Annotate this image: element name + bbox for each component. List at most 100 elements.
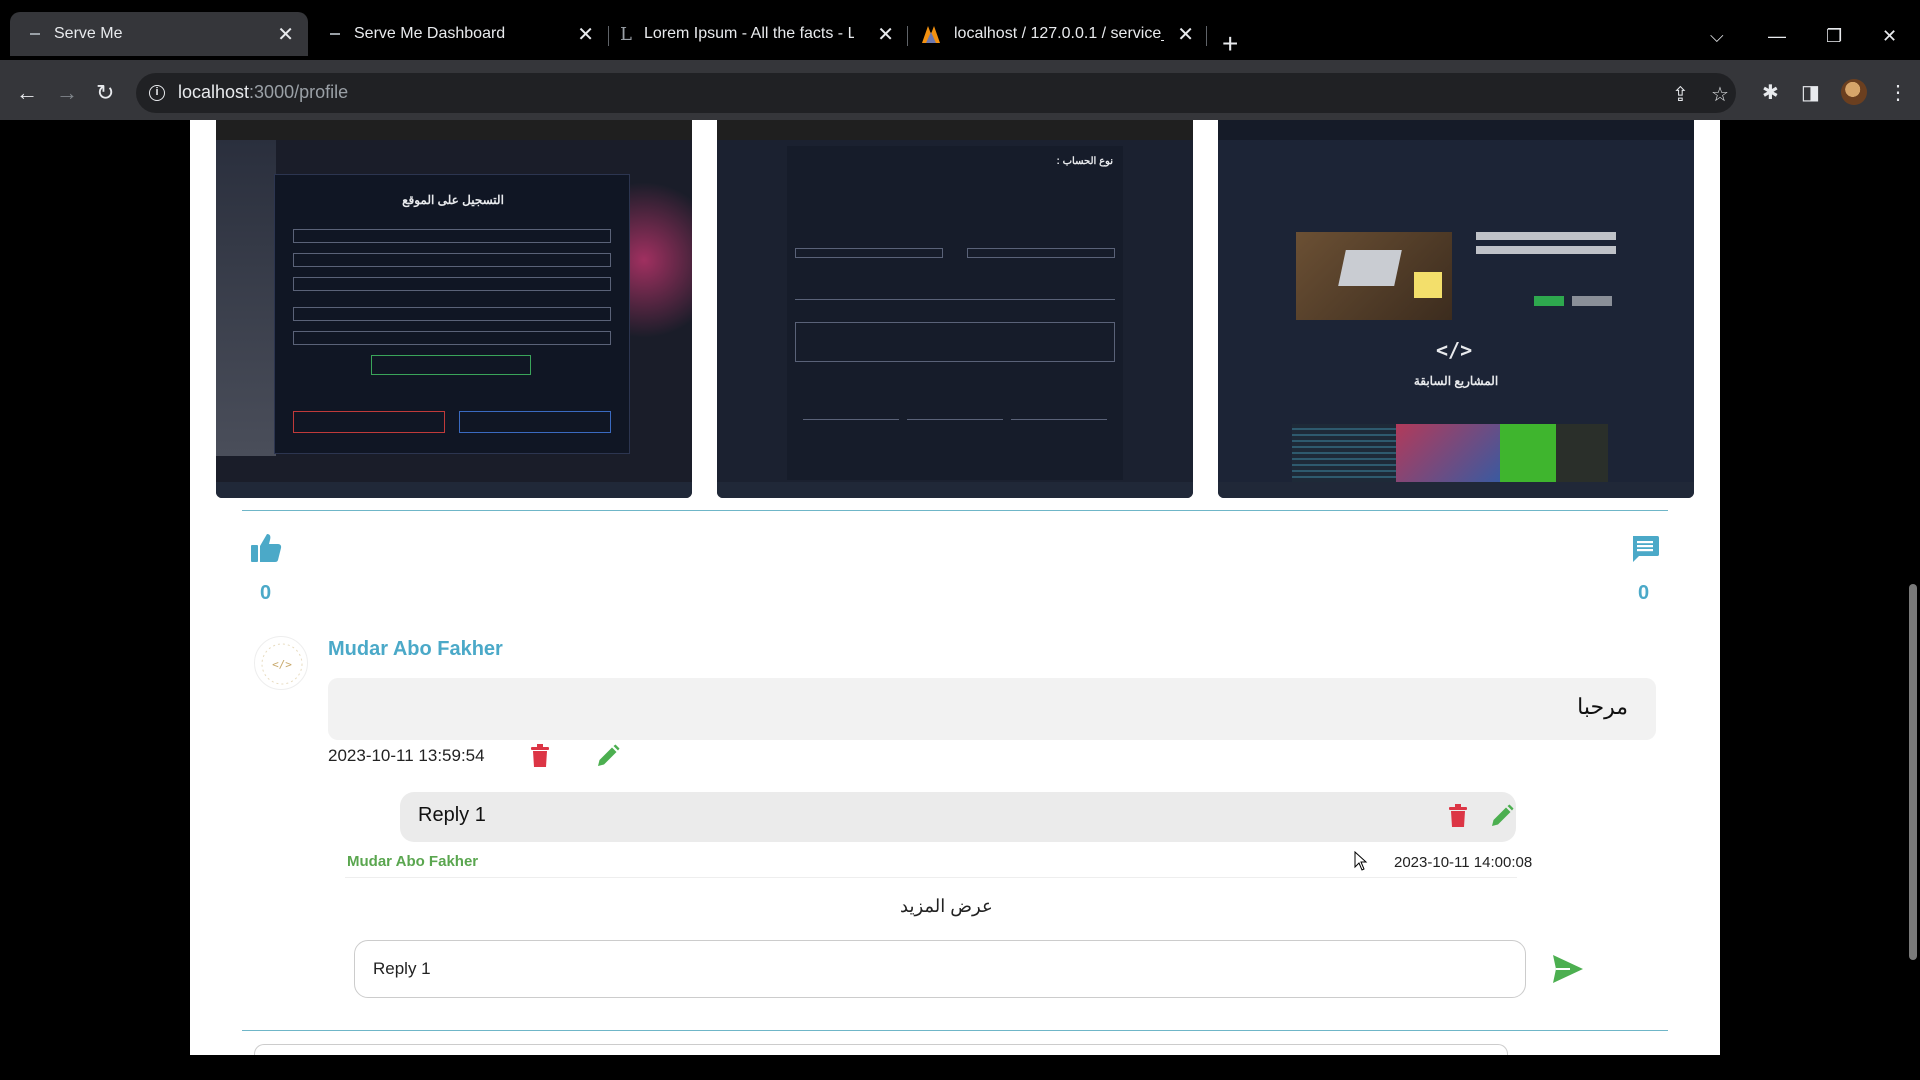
minimize-icon: —: [1768, 26, 1786, 46]
url-host: localhost: [178, 82, 250, 102]
page-viewport: التسجيل على الموقع نوع الحساب : </> المش…: [0, 120, 1920, 1055]
screenshot-field: [293, 307, 611, 321]
tab-serve-me-dashboard[interactable]: Serve Me Dashboard ✕: [310, 12, 608, 56]
screenshot-form-panel: التسجيل على الموقع: [274, 174, 630, 454]
share-icon[interactable]: ⇪: [1672, 82, 1689, 107]
screenshot-submit: [371, 355, 531, 375]
post-image-registration[interactable]: التسجيل على الموقع: [216, 120, 692, 498]
tab-title: localhost / 127.0.0.1 / service_m: [954, 25, 1164, 42]
delete-comment-trash-icon[interactable]: [530, 744, 550, 768]
arrow-right-icon: →: [56, 80, 78, 105]
tab-separator: [608, 26, 609, 46]
reply-divider: [345, 877, 1517, 878]
send-icon[interactable]: [1552, 954, 1584, 984]
tab-serve-me[interactable]: Serve Me ✕: [10, 12, 308, 56]
screenshot-taskbar: [1218, 482, 1694, 498]
more-menu-icon[interactable]: ⋮: [1888, 80, 1908, 105]
screenshot-browser-bar: [1218, 120, 1694, 140]
close-tab-icon[interactable]: ✕: [1177, 22, 1194, 47]
arrow-left-icon: ←: [16, 80, 38, 105]
screenshot-form-panel: نوع الحساب :: [787, 146, 1123, 480]
reply-timestamp: 2023-10-11 14:00:08: [1394, 854, 1533, 871]
comment-timestamp: 2023-10-11 13:59:54: [328, 746, 485, 765]
minimize-button[interactable]: —: [1768, 26, 1786, 47]
profile-avatar[interactable]: [1841, 79, 1867, 105]
screenshot-google-button: [293, 411, 445, 433]
screenshot-field: [293, 277, 611, 291]
avatar[interactable]: </>: [254, 636, 308, 690]
screenshot-button: [1572, 296, 1612, 306]
url-path: :3000/profile: [249, 82, 349, 102]
edit-comment-pencil-icon[interactable]: [596, 744, 620, 768]
tab-phpmyadmin[interactable]: localhost / 127.0.0.1 / service_m ✕: [910, 12, 1208, 56]
reply-input[interactable]: [354, 940, 1526, 998]
close-window-button[interactable]: ✕: [1882, 26, 1897, 47]
screenshot-field: [967, 248, 1115, 258]
bottom-edge: [0, 1055, 1920, 1080]
profile-post-card: التسجيل على الموقع نوع الحساب : </> المش…: [190, 120, 1720, 1055]
tab-favicon: [30, 33, 40, 35]
section-divider: [242, 510, 1668, 511]
tab-strip: Serve Me ✕ Serve Me Dashboard ✕ L Lorem …: [0, 0, 1920, 60]
scrollbar-thumb[interactable]: [1909, 584, 1917, 960]
plus-icon: +: [1222, 28, 1239, 59]
delete-reply-trash-icon[interactable]: [1448, 804, 1468, 828]
close-tab-icon[interactable]: ✕: [277, 22, 294, 47]
comment-author[interactable]: Mudar Abo Fakher: [328, 638, 503, 661]
phpmyadmin-favicon-icon: [922, 26, 940, 43]
lipsum-favicon-icon: L: [620, 23, 632, 45]
comment-count: 0: [1638, 582, 1650, 604]
post-image-account-form[interactable]: نوع الحساب :: [717, 120, 1193, 498]
tab-separator: [907, 26, 908, 46]
screenshot-field: [803, 412, 899, 420]
section-divider: [242, 1030, 1668, 1031]
screenshot-field: [293, 253, 611, 267]
forward-button[interactable]: →: [56, 80, 78, 106]
site-info-icon[interactable]: i: [149, 85, 165, 101]
reply-author[interactable]: Mudar Abo Fakher: [347, 853, 478, 870]
mouse-cursor-icon: [1354, 851, 1368, 871]
tab-search-button[interactable]: ⌵: [1710, 26, 1724, 47]
bookmark-star-icon[interactable]: ☆: [1711, 82, 1729, 107]
restore-button[interactable]: ❐: [1826, 26, 1842, 47]
restore-icon: ❐: [1826, 26, 1843, 46]
next-post-card: [254, 1044, 1508, 1055]
laptop-shape: [1338, 250, 1402, 286]
screenshot-taskbar: [717, 482, 1193, 498]
extensions-icon[interactable]: ✱: [1762, 80, 1779, 105]
reload-icon: ↻: [96, 80, 115, 105]
back-button[interactable]: ←: [16, 80, 38, 106]
screenshot-field: [293, 331, 611, 345]
screenshot-field: [293, 229, 611, 243]
screenshot-field: [907, 412, 1003, 420]
screenshot-textarea: [795, 322, 1115, 362]
screenshot-project-thumb: [1500, 424, 1608, 482]
screenshot-project-thumb: [1396, 424, 1500, 482]
screenshot-heading: [1476, 232, 1616, 240]
url-text[interactable]: localhost:3000/profile: [178, 82, 348, 103]
side-panel-icon[interactable]: ◨: [1801, 80, 1820, 105]
screenshot-project-thumb: [1292, 424, 1396, 482]
reply-text: Reply 1: [418, 804, 486, 826]
screenshot-hero-image: [1296, 232, 1452, 320]
code-logo-icon: </>: [261, 643, 303, 685]
post-image-portfolio[interactable]: </> المشاريع السابقة: [1218, 120, 1694, 498]
reply-bubble: Reply 1: [400, 792, 1516, 842]
edit-reply-pencil-icon[interactable]: [1490, 804, 1514, 828]
new-tab-button[interactable]: +: [1222, 28, 1238, 60]
tab-lorem-ipsum[interactable]: L Lorem Ipsum - All the facts - Lip ✕: [610, 12, 908, 56]
tab-separator: [1206, 26, 1207, 46]
screenshot-background: [216, 140, 276, 456]
code-icon: </>: [1436, 338, 1473, 362]
screenshot-button: [1534, 296, 1564, 306]
close-tab-icon[interactable]: ✕: [577, 22, 594, 47]
comment-icon[interactable]: [1630, 534, 1660, 564]
svg-text:</>: </>: [272, 658, 292, 671]
address-bar[interactable]: [136, 73, 1736, 113]
show-more-link[interactable]: عرض المزيد: [900, 896, 993, 917]
thumbs-up-icon[interactable]: [250, 532, 282, 564]
close-tab-icon[interactable]: ✕: [877, 22, 894, 47]
screenshot-caption: التسجيل على الموقع: [402, 193, 504, 207]
reload-button[interactable]: ↻: [96, 80, 114, 106]
tab-title: Serve Me Dashboard: [354, 25, 506, 42]
